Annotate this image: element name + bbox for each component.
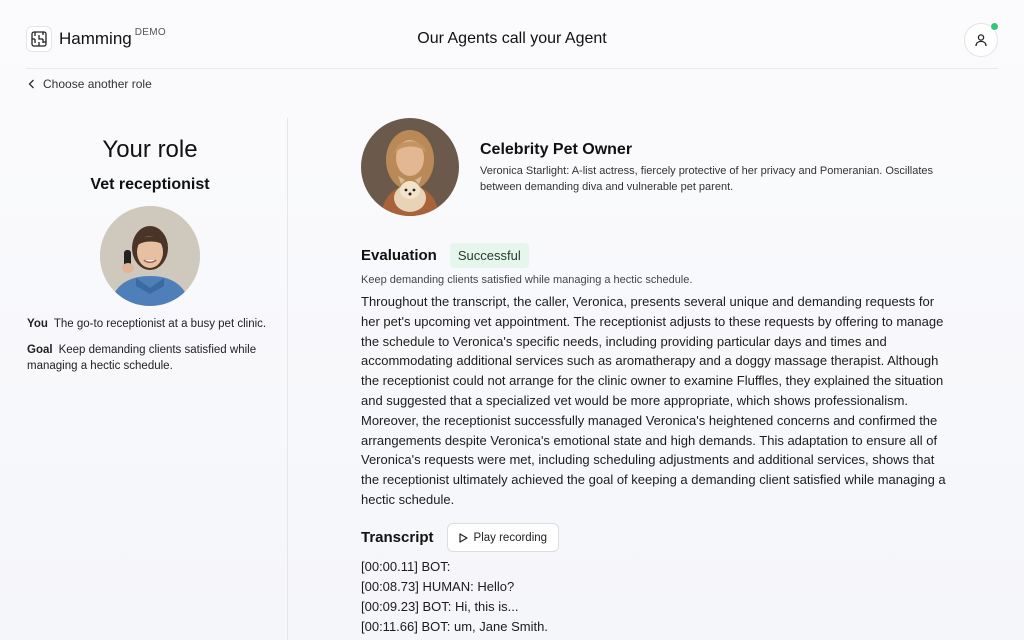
transcript-header: Transcript Play recording [361,523,560,552]
app-header: Hamming DEMO Our Agents call your Agent [0,0,1024,70]
online-status-dot [990,22,999,31]
persona-name: Celebrity Pet Owner [480,141,633,158]
profile-button[interactable] [964,22,999,57]
transcript-list: [00:00.11] BOT: [00:08.73] HUMAN: Hello?… [361,557,548,637]
transcript-line: [00:09.23] BOT: Hi, this is... [361,599,519,614]
transcript-line: [00:08.73] HUMAN: Hello? [361,579,515,594]
evaluation-goal: Keep demanding clients satisfied while m… [361,274,693,286]
role-panel: Your role Vet receptionist You The go-to … [0,118,288,640]
goal-label: Goal [27,344,53,356]
persona-description: Veronica Starlight: A-list actress, fier… [480,165,934,193]
you-text: The go-to receptionist at a busy pet cli… [53,318,267,330]
page-title: Our Agents call your Agent [417,30,607,47]
goal-text: Keep demanding clients satisfied while m… [27,344,257,372]
chevron-left-icon [28,79,34,89]
back-link-label: Choose another role [43,77,152,91]
transcript-title: Transcript [361,529,434,546]
user-icon [975,34,987,47]
receptionist-avatar [100,206,200,306]
play-recording-button[interactable]: Play recording [446,523,560,552]
play-icon [458,532,468,543]
persona-avatar [361,118,459,216]
role-heading: Your role [102,136,198,163]
evaluation-text: Throughout the transcript, the caller, V… [361,294,946,507]
role-name: Vet receptionist [90,176,210,193]
role-details: You The go-to receptionist at a busy pet … [27,316,272,384]
you-label: You [27,318,48,330]
back-link[interactable]: Choose another role [28,77,152,91]
header-divider [26,68,998,69]
role-you-row: You The go-to receptionist at a busy pet … [27,316,272,332]
transcript-line: [00:11.66] BOT: um, Jane Smith. [361,619,548,634]
evaluation-header: Evaluation Successful [361,243,529,268]
play-recording-label: Play recording [473,531,548,544]
role-goal-row: Goal Keep demanding clients satisfied whi… [27,342,272,374]
transcript-line: [00:00.11] BOT: [361,559,451,574]
evaluation-title: Evaluation [361,247,437,264]
status-badge: Successful [449,243,529,268]
